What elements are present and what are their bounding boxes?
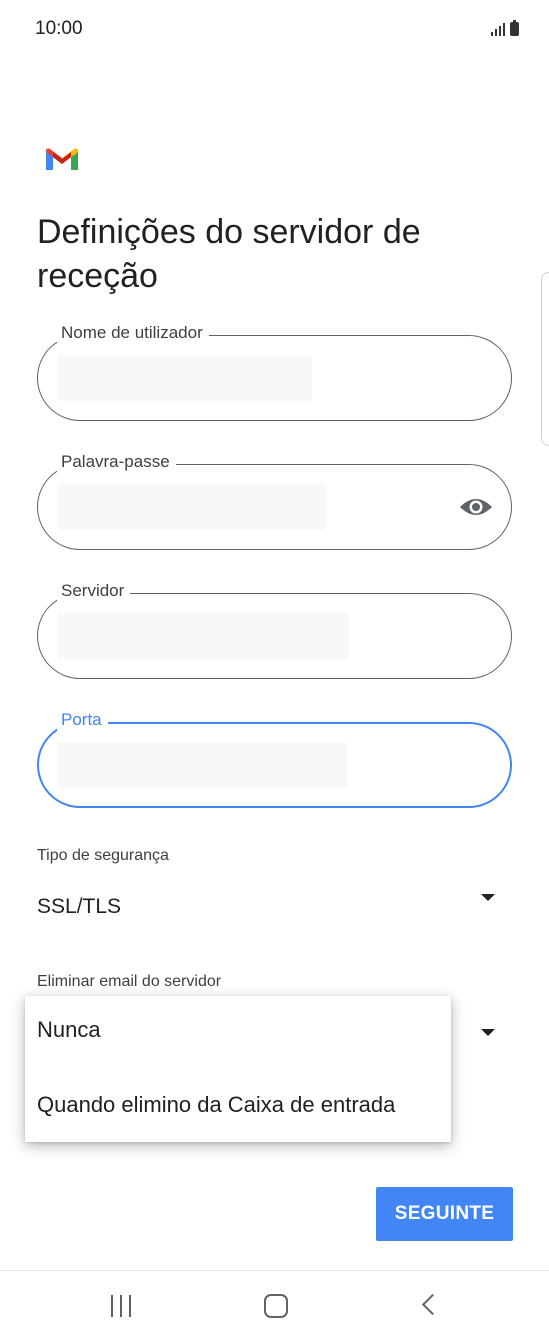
server-field[interactable]: Servidor: [37, 580, 512, 679]
signal-icon: [491, 20, 505, 36]
battery-icon: [510, 20, 519, 36]
delete-email-dropdown-menu: Nunca Quando elimino da Caixa de entrada: [25, 996, 451, 1142]
back-icon[interactable]: [421, 1293, 444, 1316]
port-input[interactable]: [57, 742, 347, 788]
gmail-logo-icon: [46, 148, 78, 170]
security-type-select[interactable]: SSL/TLS: [37, 895, 121, 919]
status-icons: [491, 20, 519, 36]
recent-apps-icon[interactable]: [111, 1295, 131, 1317]
security-type-label: Tipo de segurança: [37, 847, 169, 864]
delete-email-label: Eliminar email do servidor: [37, 973, 222, 990]
password-label: Palavra-passe: [57, 451, 176, 473]
edge-panel-handle[interactable]: [541, 272, 549, 446]
navigation-bar: [0, 1270, 549, 1343]
port-label: Porta: [57, 709, 108, 731]
page-title: Definições do servidor de receção: [37, 213, 421, 295]
status-time: 10:00: [35, 18, 83, 39]
home-icon[interactable]: [264, 1294, 288, 1318]
server-label: Servidor: [57, 580, 131, 602]
username-label: Nome de utilizador: [57, 322, 209, 344]
status-bar: 10:00: [0, 0, 549, 60]
dropdown-arrow-icon[interactable]: [481, 894, 495, 901]
port-field[interactable]: Porta: [37, 709, 512, 808]
username-input[interactable]: [57, 355, 312, 401]
username-field[interactable]: Nome de utilizador: [37, 322, 512, 421]
menu-item-when-deleted-from-inbox[interactable]: Quando elimino da Caixa de entrada: [37, 1092, 395, 1118]
eye-icon[interactable]: [458, 493, 494, 521]
password-input[interactable]: [57, 484, 327, 530]
server-input[interactable]: [57, 613, 349, 659]
dropdown-arrow-icon[interactable]: [481, 1029, 495, 1036]
menu-item-never[interactable]: Nunca: [37, 1017, 101, 1043]
password-field[interactable]: Palavra-passe: [37, 451, 512, 550]
next-button[interactable]: SEGUINTE: [376, 1187, 513, 1241]
